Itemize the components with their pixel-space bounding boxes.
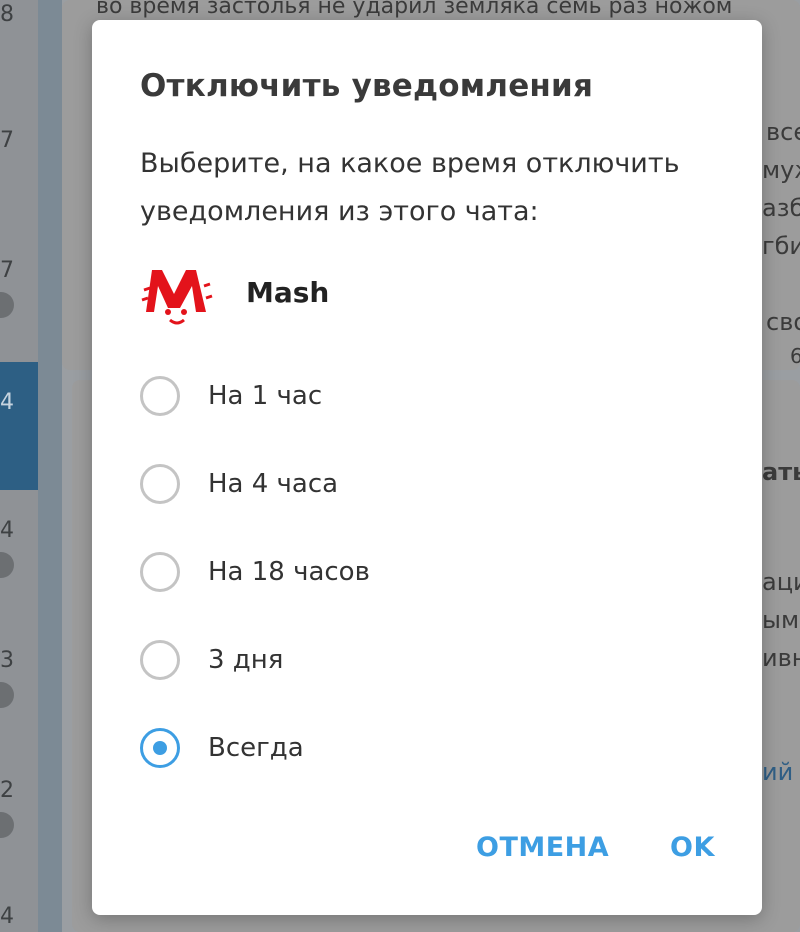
chat-list-item[interactable]: 3 [0, 648, 38, 708]
message-text: ым [762, 606, 800, 634]
mute-notifications-dialog: Отключить уведомления Выберите, на какое… [92, 20, 762, 915]
chat-list-item[interactable]: 4 [0, 518, 38, 578]
radio-button[interactable] [140, 464, 180, 504]
message-text: все [766, 118, 800, 146]
radio-button[interactable] [140, 640, 180, 680]
chat-list-item[interactable]: 8 [0, 2, 38, 28]
message-text: гби [762, 232, 800, 260]
chat-list-count: 4 [0, 518, 14, 543]
option-label: Всегда [208, 733, 304, 763]
chat-list-count: 3 [0, 648, 14, 673]
chat-list-item[interactable]: 7 [0, 128, 38, 154]
message-text: муж [762, 156, 800, 184]
option-forever[interactable]: Всегда [140, 728, 660, 778]
option-18-hours[interactable]: На 18 часов [140, 552, 660, 602]
message-link[interactable]: ий м [762, 758, 800, 786]
radio-button[interactable] [140, 376, 180, 416]
chat-list-count: 4 [0, 904, 14, 929]
chat-list-count: 4 [0, 390, 14, 415]
chat-list-count: 7 [0, 128, 14, 153]
chat-list-count: 2 [0, 778, 14, 803]
chat-list-item[interactable]: 4 [0, 390, 38, 416]
ok-button[interactable]: OK [670, 832, 715, 863]
radio-button-selected[interactable] [140, 728, 180, 768]
chat-list-item[interactable]: 4 [0, 904, 38, 930]
message-text: во время застолья не ударил земляка семь… [96, 0, 733, 19]
dialog-title: Отключить уведомления [140, 68, 594, 104]
chat-list-selected-item[interactable] [0, 362, 38, 490]
option-label: 3 дня [208, 645, 284, 675]
chat-list-count: 7 [0, 258, 14, 283]
cancel-button[interactable]: ОТМЕНА [476, 832, 609, 863]
option-label: На 4 часа [208, 469, 339, 499]
option-label: На 18 часов [208, 557, 370, 587]
mash-logo-icon [140, 260, 214, 326]
message-text: ивн [762, 644, 800, 672]
message-text: ацие [762, 568, 800, 596]
chat-list-item[interactable]: 2 [0, 778, 38, 838]
view-count: 6 [790, 344, 800, 368]
chat-list-item[interactable]: 7 [0, 258, 38, 318]
option-3-days[interactable]: 3 дня [140, 640, 660, 690]
radio-button[interactable] [140, 552, 180, 592]
chat-list-count: 8 [0, 2, 14, 27]
option-label: На 1 час [208, 381, 323, 411]
option-1-hour[interactable]: На 1 час [140, 376, 660, 426]
option-4-hours[interactable]: На 4 часа [140, 464, 660, 514]
chat-info: Mash [140, 260, 700, 330]
chat-background-strip [38, 0, 62, 932]
chat-name: Mash [246, 276, 330, 309]
message-title: ать [762, 458, 800, 486]
message-text: сво [766, 308, 800, 336]
message-text: азб [762, 194, 800, 222]
dialog-description: Выберите, на какое время отключить уведо… [140, 148, 680, 227]
